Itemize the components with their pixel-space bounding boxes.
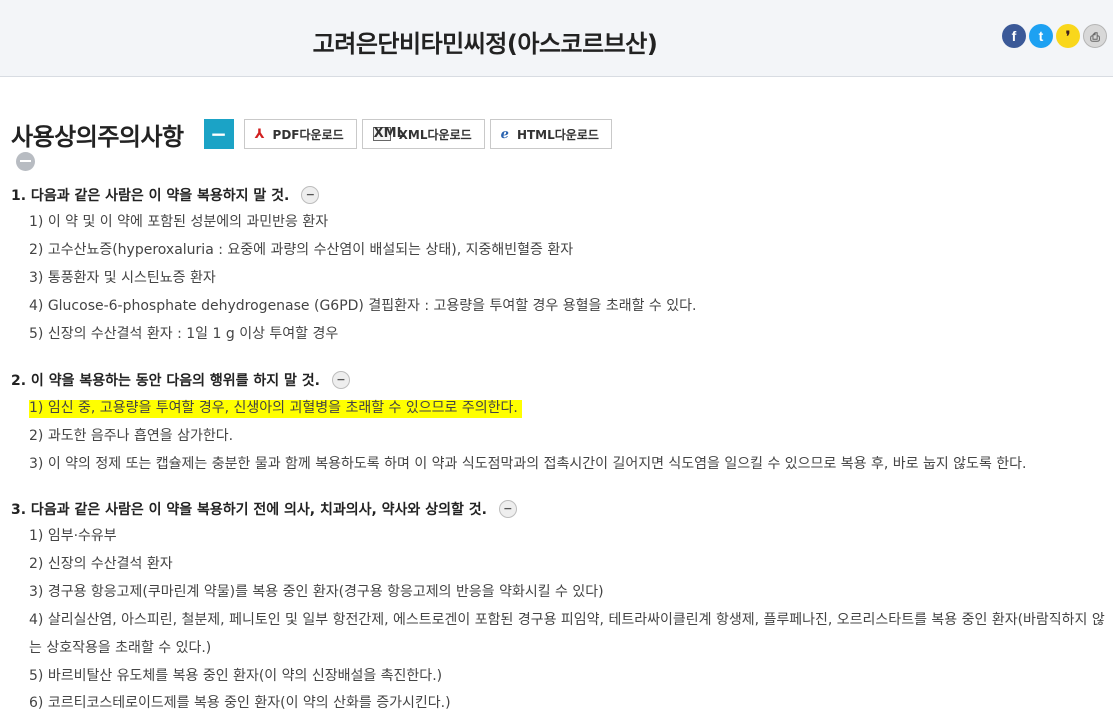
group-1-heading: 1. 다음과 같은 사람은 이 약을 복용하지 말 것. − <box>11 184 320 206</box>
pdf-download-label: PDF다운로드 <box>272 127 344 142</box>
collapse-all-icon[interactable] <box>16 152 35 171</box>
list-item: 5) 신장의 수산결석 환자 : 1일 1 g 이상 투여할 경우 <box>29 326 339 342</box>
group-1-toggle-icon[interactable]: − <box>301 186 320 204</box>
list-item: 4) 살리실산염, 아스피린, 철분제, 페니토인 및 일부 항전간제, 에스트… <box>29 612 1105 656</box>
pdf-download-button[interactable]: ⅄ PDF다운로드 <box>243 119 357 149</box>
list-item: 2) 신장의 수산결석 환자 <box>29 556 173 572</box>
list-item: 6) 코르티코스테로이드제를 복용 중인 환자(이 약의 산화를 증가시킨다.) <box>29 695 451 711</box>
group-heading-text: 1. 다음과 같은 사람은 이 약을 복용하지 말 것. <box>11 188 290 204</box>
list-item: 4) Glucose-6-phosphate dehydrogenase (G6… <box>29 298 697 314</box>
list-item: 2) 과도한 음주나 흡연을 삼가한다. <box>29 428 234 444</box>
html-download-button[interactable]: ℯ HTML다운로드 <box>489 119 612 149</box>
group-heading-text: 3. 다음과 같은 사람은 이 약을 복용하기 전에 의사, 치과의사, 약사와… <box>11 502 487 518</box>
group-3-toggle-icon[interactable]: − <box>498 500 517 518</box>
list-item: 1) 이 약 및 이 약에 포함된 성분에의 과민반응 환자 <box>29 214 329 230</box>
highlight-text: 1) 임신 중, 고용량을 투여할 경우, 신생아의 괴혈병을 초래할 수 있으… <box>29 400 522 418</box>
list-item: 2) 고수산뇨증(hyperoxaluria : 요중에 과량의 수산염이 배설… <box>29 242 574 258</box>
share-icons: f t ❜ ⎙ <box>1002 24 1107 48</box>
xml-icon: XML <box>372 126 405 141</box>
html-icon: ℯ <box>500 126 509 142</box>
drug-title: 고려은단비타민씨정(아스코르브산) <box>312 30 658 58</box>
list-item: 1) 임부·수유부 <box>29 528 117 544</box>
print-icon[interactable]: ⎙ <box>1083 24 1107 48</box>
kakaostory-icon[interactable]: ❜ <box>1056 24 1080 48</box>
group-2-toggle-icon[interactable]: − <box>331 371 350 389</box>
pdf-icon: ⅄ <box>254 126 265 142</box>
facebook-icon[interactable]: f <box>1002 24 1026 48</box>
highlighted-list-item: 1) 임신 중, 고용량을 투여할 경우, 신생아의 괴혈병을 초래할 수 있으… <box>29 397 522 419</box>
group-heading-text: 2. 이 약을 복용하는 동안 다음의 행위를 하지 말 것. <box>11 373 320 389</box>
section-title: 사용상의주의사항 <box>11 122 184 151</box>
group-3-heading: 3. 다음과 같은 사람은 이 약을 복용하기 전에 의사, 치과의사, 약사와… <box>11 498 517 520</box>
xml-download-label: XML다운로드 <box>398 127 472 142</box>
html-download-label: HTML다운로드 <box>516 127 599 142</box>
xml-download-button[interactable]: XML XML다운로드 <box>361 119 485 149</box>
section-header: 사용상의주의사항 − ⅄ PDF다운로드 XML XML다운로드 ℯ HTML다… <box>11 114 617 154</box>
list-item: 3) 통풍환자 및 시스틴뇨증 환자 <box>29 270 216 286</box>
twitter-icon[interactable]: t <box>1029 24 1053 48</box>
page-header: 고려은단비타민씨정(아스코르브산) f t ❜ ⎙ <box>0 0 1113 77</box>
group-2-heading: 2. 이 약을 복용하는 동안 다음의 행위를 하지 말 것. − <box>11 369 350 391</box>
list-item: 3) 경구용 항응고제(쿠마린계 약물)를 복용 중인 환자(경구용 항응고제의… <box>29 584 604 600</box>
list-item: 5) 바르비탈산 유도체를 복용 중인 환자(이 약의 신장배설을 촉진한다.) <box>29 668 443 684</box>
collapse-section-button[interactable]: − <box>203 119 234 149</box>
list-item: 3) 이 약의 정제 또는 캡슐제는 충분한 물과 함께 복용하도록 하며 이 … <box>29 456 1027 472</box>
